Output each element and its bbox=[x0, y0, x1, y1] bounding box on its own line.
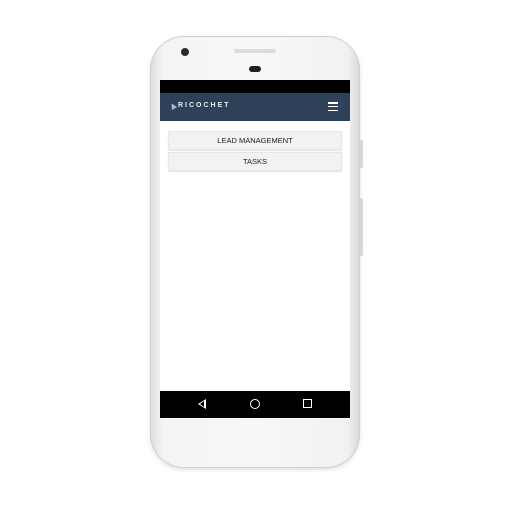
logo-mark-icon bbox=[168, 101, 178, 110]
volume-rocker[interactable] bbox=[360, 198, 363, 256]
navigation-bar bbox=[160, 391, 350, 418]
lead-management-button[interactable]: LEAD MANAGEMENT bbox=[168, 131, 342, 150]
stage: RICOCHET LEAD MANAGEMENT TASKS bbox=[0, 0, 511, 512]
menu-line bbox=[328, 109, 338, 111]
phone-frame: RICOCHET LEAD MANAGEMENT TASKS bbox=[150, 36, 363, 468]
screen: RICOCHET LEAD MANAGEMENT TASKS bbox=[160, 80, 350, 418]
app-bar: RICOCHET bbox=[160, 93, 350, 121]
home-icon[interactable] bbox=[250, 399, 260, 409]
back-icon[interactable] bbox=[198, 399, 206, 409]
hamburger-menu-icon[interactable] bbox=[328, 102, 338, 111]
menu-line bbox=[328, 102, 338, 104]
logo-text: RICOCHET bbox=[178, 102, 231, 109]
tasks-button[interactable]: TASKS bbox=[168, 152, 342, 171]
menu-line bbox=[328, 105, 338, 108]
earpiece-speaker bbox=[234, 49, 276, 53]
app-logo: RICOCHET bbox=[168, 101, 231, 110]
status-bar bbox=[160, 80, 350, 93]
recents-icon[interactable] bbox=[303, 399, 312, 408]
proximity-sensor bbox=[249, 66, 261, 72]
power-button[interactable] bbox=[360, 140, 363, 168]
front-camera bbox=[181, 48, 189, 56]
main-content: LEAD MANAGEMENT TASKS bbox=[160, 121, 350, 391]
